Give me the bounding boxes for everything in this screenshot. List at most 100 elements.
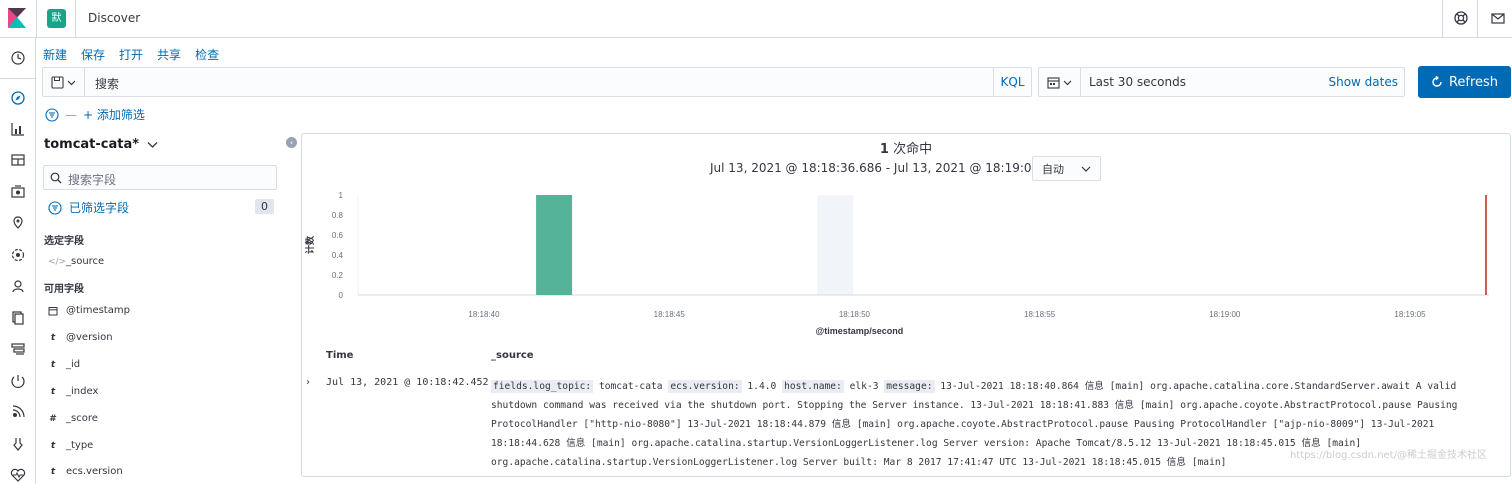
field-name: ecs.version (66, 466, 123, 477)
save-icon (51, 75, 64, 89)
chevron-down-icon (147, 142, 158, 148)
number-type-icon: # (49, 413, 57, 424)
query-bar: 搜索 KQL (42, 67, 1032, 97)
search-input[interactable]: 搜索 (95, 75, 119, 92)
collapse-sidebar-button[interactable]: ‹ (286, 137, 297, 148)
field-item[interactable]: t _index (48, 386, 99, 397)
string-type-icon: t (50, 440, 56, 451)
field-item[interactable]: </> _source (48, 256, 104, 267)
field-name: @timestamp (66, 305, 130, 316)
chevron-down-icon (67, 80, 76, 85)
field-name: _id (66, 359, 81, 370)
field-item[interactable]: t @version (48, 332, 113, 343)
maps-icon[interactable] (10, 215, 26, 231)
mail-icon[interactable] (1490, 10, 1506, 26)
field-search-placeholder: 搜索字段 (68, 173, 117, 187)
field-key: host.name: (782, 380, 844, 393)
field-name: @version (66, 332, 113, 343)
menu-open[interactable]: 打开 (119, 46, 143, 63)
siem-icon[interactable] (10, 404, 26, 420)
dashboard-icon[interactable] (10, 152, 26, 168)
monitoring-icon[interactable] (10, 467, 26, 483)
devtools-icon[interactable] (10, 436, 26, 452)
date-type-icon (48, 306, 58, 315)
filter-bar: — + 添加筛选 (45, 106, 145, 123)
show-dates-link[interactable]: Show dates (1328, 75, 1398, 89)
canvas-icon[interactable] (10, 184, 26, 200)
hit-number: 1 (879, 142, 889, 157)
field-item[interactable]: @timestamp (48, 305, 130, 316)
logs-icon[interactable] (10, 310, 26, 326)
field-item[interactable]: t ecs.version (48, 466, 123, 477)
field-name: _source (66, 256, 105, 267)
refresh-label: Refresh (1448, 74, 1499, 90)
field-value: elk-3 (849, 381, 879, 392)
y-tick-label: 0 (339, 291, 344, 300)
visualize-icon[interactable] (10, 121, 26, 137)
watermark-url: https://blog.csdn.net/@稀土掘金技术社区 (1290, 450, 1487, 461)
quick-select-button[interactable] (1039, 68, 1081, 96)
top-nav-menu: 新建 保存 打开 共享 检查 (43, 46, 219, 63)
available-fields-title: 可用字段 (44, 284, 84, 295)
menu-share[interactable]: 共享 (157, 46, 181, 63)
histogram-chart[interactable]: 1 0.8 0.6 0.4 0.2 0 18:18:40 18:18:45 18:18:50 18… (301, 185, 1511, 340)
kql-toggle[interactable]: KQL (993, 68, 1031, 96)
divider (1477, 0, 1478, 38)
filter-icon (48, 200, 62, 215)
field-name: _index (66, 386, 99, 397)
y-tick-label: 0.8 (332, 211, 344, 220)
help-icon[interactable] (1453, 10, 1469, 26)
calendar-icon (1047, 76, 1060, 89)
menu-new[interactable]: 新建 (43, 46, 67, 63)
add-filter-button[interactable]: + 添加筛选 (83, 106, 145, 123)
refresh-button[interactable]: Refresh (1418, 66, 1511, 98)
x-tick-label: 18:18:55 (1024, 310, 1056, 319)
field-item[interactable]: t _id (48, 359, 80, 370)
divider (75, 0, 76, 38)
column-header-time[interactable]: Time (326, 350, 353, 361)
apm-icon[interactable] (10, 278, 26, 294)
refresh-icon (1432, 76, 1442, 87)
string-type-icon: t (50, 386, 56, 397)
filter-separator: — (65, 107, 77, 122)
search-icon (50, 172, 62, 184)
selected-fields-filter[interactable]: 已筛选字段 0 (48, 199, 276, 216)
kibana-logo[interactable] (8, 8, 26, 28)
filter-icon[interactable] (45, 107, 59, 122)
index-pattern-selector[interactable]: tomcat-cata* (44, 137, 158, 152)
field-search-input[interactable]: 搜索字段 (43, 165, 277, 190)
x-tick-label: 18:19:05 (1394, 310, 1426, 319)
top-bar: 默 Discover (0, 0, 1512, 38)
field-name: _score (66, 413, 98, 424)
infrastructure-icon[interactable] (10, 341, 26, 357)
selected-filter-label: 已筛选字段 (69, 201, 130, 215)
clock-icon[interactable] (10, 50, 26, 66)
y-tick-label: 0.2 (332, 271, 344, 280)
saved-query-button[interactable] (43, 68, 85, 96)
date-picker: Last 30 seconds Show dates (1038, 67, 1405, 97)
uptime-icon[interactable] (10, 373, 26, 389)
field-item[interactable]: # _score (48, 413, 98, 424)
x-tick-label: 18:18:50 (839, 310, 871, 319)
field-name: _type (66, 440, 94, 451)
column-header-source[interactable]: _source (491, 350, 534, 361)
ml-icon[interactable] (10, 247, 26, 263)
string-type-icon: t (50, 359, 56, 370)
x-tick-label: 18:18:40 (468, 310, 500, 319)
x-tick-label: 18:18:45 (654, 310, 686, 319)
selected-fields-title: 选定字段 (44, 236, 84, 247)
expand-row-icon[interactable]: › (306, 377, 310, 388)
divider (1442, 0, 1443, 38)
space-avatar[interactable]: 默 (47, 9, 66, 28)
field-item[interactable]: t _type (48, 440, 94, 451)
x-tick-label: 18:19:00 (1209, 310, 1241, 319)
index-pattern-label: tomcat-cata* (44, 137, 140, 152)
interval-value: 自动 (1042, 162, 1064, 176)
compass-icon[interactable] (10, 90, 26, 106)
menu-inspect[interactable]: 检查 (195, 46, 219, 63)
x-axis-title: @timestamp/second (815, 326, 903, 336)
hit-label: 次命中 (893, 142, 933, 157)
date-range-text: Last 30 seconds (1089, 75, 1186, 89)
interval-select[interactable]: 自动 (1032, 156, 1101, 181)
menu-save[interactable]: 保存 (81, 46, 105, 63)
